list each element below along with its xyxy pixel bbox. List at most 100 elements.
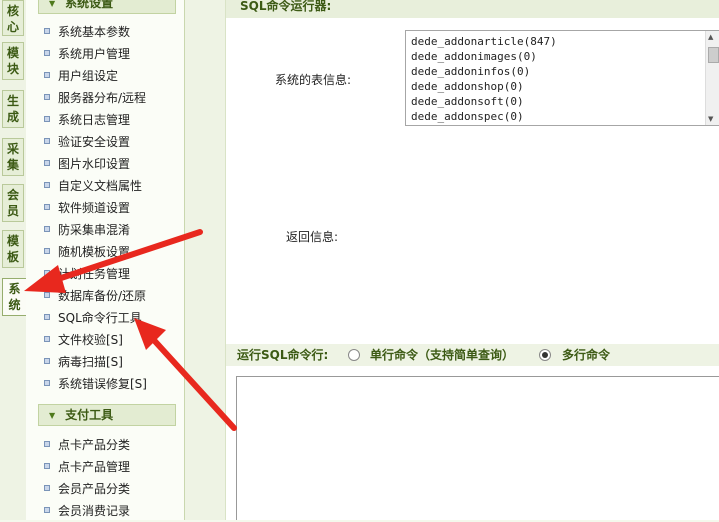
tab-collect-label: 采集	[7, 142, 20, 172]
menu-item-label: 随机模板设置	[58, 245, 131, 259]
table-option[interactable]: dede_addonsoft(0)	[406, 94, 719, 109]
menu-item-label: 验证安全设置	[58, 135, 131, 149]
menu-item-label: 点卡产品分类	[58, 438, 131, 452]
vertical-tab-strip: 核心 模块 生成 采集 会员 模板 系统	[0, 0, 27, 520]
bullet-icon	[44, 485, 50, 491]
sql-runner-header: SQL命令运行器:	[226, 0, 719, 18]
bullet-icon	[44, 314, 50, 320]
main-content: SQL命令运行器: 系统的表信息: dede_addonarticle(847)…	[225, 0, 719, 520]
menu-item-label: 数据库备份/还原	[58, 289, 147, 303]
frame-gutter	[185, 0, 225, 520]
menu-item-label: 图片水印设置	[58, 157, 131, 171]
menu-item[interactable]: 会员产品分类	[44, 478, 130, 500]
bullet-icon	[44, 72, 50, 78]
scroll-down-icon[interactable]: ▼	[708, 115, 713, 123]
menu-item-label: 病毒扫描[S]	[58, 355, 123, 369]
menu-item[interactable]: 图片水印设置	[44, 153, 130, 175]
bullet-icon	[44, 94, 50, 100]
option-multi-label[interactable]: 多行命令	[562, 344, 610, 366]
menu-item-label: 服务器分布/远程	[58, 91, 147, 105]
menu-item-label: 计划任务管理	[58, 267, 131, 281]
return-info-label: 返回信息:	[286, 230, 339, 244]
menu-item[interactable]: 点卡产品管理	[44, 456, 130, 478]
menu-item-label: 文件校验[S]	[58, 333, 123, 347]
bullet-icon	[44, 358, 50, 364]
option-single-label[interactable]: 单行命令（支持简单查询）	[370, 344, 514, 366]
menu-item-label: 点卡产品管理	[58, 460, 131, 474]
menu-item[interactable]: 计划任务管理	[44, 263, 130, 285]
menu-item-label: 会员消费记录	[58, 504, 131, 518]
radio-multi-line[interactable]	[539, 349, 551, 361]
table-option[interactable]: dede_addoninfos(0)	[406, 64, 719, 79]
bullet-icon	[44, 204, 50, 210]
tab-templates[interactable]: 模板	[2, 230, 24, 268]
tab-generate-label: 生成	[7, 94, 20, 124]
menu-item-label: 会员产品分类	[58, 482, 131, 496]
scroll-up-icon[interactable]: ▲	[708, 33, 713, 41]
menu-item[interactable]: 验证安全设置	[44, 131, 130, 153]
menu-item[interactable]: 服务器分布/远程	[44, 87, 146, 109]
menu-item[interactable]: 自定义文档属性	[44, 175, 142, 197]
bullet-icon	[44, 270, 50, 276]
menu-item-label: 系统基本参数	[58, 25, 131, 39]
table-option[interactable]: dede_addonspec(0)	[406, 109, 719, 124]
scroll-thumb[interactable]	[708, 47, 719, 63]
run-sql-row: 运行SQL命令行: 单行命令（支持简单查询） 多行命令	[226, 344, 719, 366]
tab-collect[interactable]: 采集	[2, 138, 24, 176]
sidebar-menu: ▼ 系统设置 系统基本参数 系统用户管理 用户组设定 服务器分布/远程 系统日志管…	[26, 0, 185, 520]
table-option[interactable]: dede_addonshop(0)	[406, 79, 719, 94]
menu-item-sql-tool[interactable]: SQL命令行工具	[44, 307, 142, 329]
bullet-icon	[44, 380, 50, 386]
tab-core[interactable]: 核心	[2, 0, 24, 36]
menu-item-label: 软件频道设置	[58, 201, 131, 215]
tab-generate[interactable]: 生成	[2, 90, 24, 128]
bullet-icon	[44, 441, 50, 447]
menu-item[interactable]: 文件校验[S]	[44, 329, 123, 351]
radio-single-line[interactable]	[348, 349, 360, 361]
menu-item-label: 系统日志管理	[58, 113, 131, 127]
table-list-box[interactable]: dede_addonarticle(847) dede_addonimages(…	[405, 30, 719, 126]
menu-item[interactable]: 点卡产品分类	[44, 434, 130, 456]
menu-item-label: 用户组设定	[58, 69, 119, 83]
menu-item[interactable]: 软件频道设置	[44, 197, 130, 219]
bullet-icon	[44, 226, 50, 232]
menu-item[interactable]: 防采集串混淆	[44, 219, 130, 241]
menu-item-label: 自定义文档属性	[58, 179, 143, 193]
tab-members[interactable]: 会员	[2, 184, 24, 222]
tables-label: 系统的表信息:	[275, 73, 352, 87]
section-title: 支付工具	[65, 408, 114, 422]
tab-system[interactable]: 系统	[2, 278, 26, 316]
menu-item[interactable]: 病毒扫描[S]	[44, 351, 123, 373]
bullet-icon	[44, 292, 50, 298]
section-title: 系统设置	[65, 0, 114, 10]
menu-item[interactable]: 系统日志管理	[44, 109, 130, 131]
tab-modules-label: 模块	[7, 46, 20, 76]
menu-item[interactable]: 系统基本参数	[44, 21, 130, 43]
menu-item[interactable]: 随机模板设置	[44, 241, 130, 263]
menu-item[interactable]: 数据库备份/还原	[44, 285, 146, 307]
tab-system-label: 系统	[8, 282, 21, 312]
collapse-triangle-icon: ▼	[49, 411, 56, 420]
bullet-icon	[44, 248, 50, 254]
menu-item[interactable]: 系统错误修复[S]	[44, 373, 147, 395]
collapse-triangle-icon: ▼	[49, 0, 56, 8]
section-header-payment-tools[interactable]: ▼ 支付工具	[38, 404, 176, 426]
menu-item-label: 系统用户管理	[58, 47, 131, 61]
bullet-icon	[44, 116, 50, 122]
menu-item[interactable]: 会员消费记录	[44, 500, 130, 522]
section-header-system-settings[interactable]: ▼ 系统设置	[38, 0, 176, 14]
bullet-icon	[44, 28, 50, 34]
sql-command-textarea[interactable]	[236, 376, 719, 520]
menu-item-label: SQL命令行工具	[58, 311, 142, 325]
menu-item[interactable]: 用户组设定	[44, 65, 118, 87]
menu-item[interactable]: 系统用户管理	[44, 43, 130, 65]
tab-templates-label: 模板	[7, 234, 20, 264]
scrollbar[interactable]: ▲ ▼	[705, 31, 719, 125]
table-option[interactable]: dede_addonarticle(847)	[406, 34, 719, 49]
tab-modules[interactable]: 模块	[2, 42, 24, 80]
bullet-icon	[44, 507, 50, 513]
bullet-icon	[44, 138, 50, 144]
bullet-icon	[44, 50, 50, 56]
bullet-icon	[44, 336, 50, 342]
table-option[interactable]: dede_addonimages(0)	[406, 49, 719, 64]
